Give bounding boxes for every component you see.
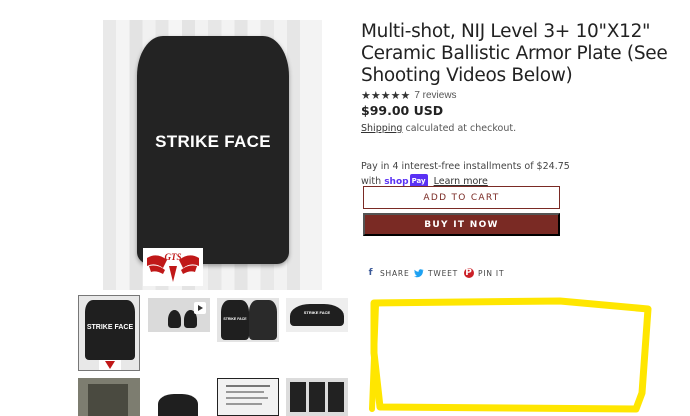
- main-product-image[interactable]: STRIKE FACE GTS: [103, 20, 322, 290]
- installments-line: Pay in 4 interest-free installments of $…: [361, 161, 570, 172]
- share-twitter-label: TWEET: [428, 268, 459, 278]
- buy-it-now-button[interactable]: BUY IT NOW: [363, 213, 560, 236]
- product-reviews[interactable]: ★★★★★ 7 reviews: [361, 89, 457, 102]
- plate-strike-face-text: STRIKE FACE: [155, 132, 271, 151]
- share-facebook-button[interactable]: f SHARE: [366, 268, 409, 278]
- review-count: 7 reviews: [414, 90, 457, 101]
- gts-logo: GTS: [143, 248, 203, 286]
- twitter-icon: [414, 268, 424, 278]
- share-twitter-button[interactable]: TWEET: [414, 268, 458, 278]
- thumb-logo: [99, 360, 121, 370]
- thumbnail-1[interactable]: STRIKE FACE: [78, 295, 140, 371]
- thumbnail-8[interactable]: [286, 378, 348, 416]
- armor-plate: STRIKE FACE: [137, 36, 289, 264]
- share-pinterest-button[interactable]: P PIN IT: [464, 268, 504, 278]
- thumb-plate-small-1: [168, 310, 181, 328]
- thumb-doc-line: [226, 391, 264, 393]
- add-to-cart-button[interactable]: ADD TO CART: [363, 186, 560, 209]
- installments-info: Pay in 4 interest-free installments of $…: [361, 160, 570, 189]
- thumb-plate: STRIKE FACE: [85, 300, 135, 360]
- product-title: Multi-shot, NIJ Level 3+ 10"X12" Ceramic…: [361, 21, 668, 86]
- thumb-doc-line: [226, 397, 268, 399]
- thumb-doc-line: [226, 403, 262, 405]
- thumb-plate-curved: STRIKE FACE: [290, 304, 344, 326]
- product-price: $99.00 USD: [361, 103, 444, 118]
- shipping-link[interactable]: Shipping: [361, 123, 402, 134]
- thumbnail-6[interactable]: [148, 390, 210, 416]
- share-facebook-label: SHARE: [380, 268, 410, 278]
- thumbnail-7-certificate[interactable]: [217, 378, 279, 416]
- thumb-plate: [158, 394, 198, 416]
- thumb-plate-right: [249, 300, 277, 340]
- thumbnail-4[interactable]: STRIKE FACE: [286, 298, 348, 332]
- shipping-text: calculated at checkout.: [402, 123, 517, 134]
- thumb-plate-text: STRIKE FACE: [223, 317, 247, 321]
- thumb-plate-text: STRIKE FACE: [303, 310, 331, 315]
- yellow-highlight-annotation: [369, 297, 652, 413]
- thumbnail-2-video[interactable]: [148, 298, 210, 332]
- play-icon: [194, 302, 206, 314]
- thumb-doc-line: [226, 385, 270, 387]
- star-rating-icon: ★★★★★: [361, 90, 411, 102]
- gts-logo-text: GTS: [164, 252, 181, 262]
- thumb-frame-1: [290, 382, 306, 412]
- facebook-icon: f: [368, 268, 374, 278]
- pinterest-icon: P: [464, 268, 474, 278]
- thumb-plate-text: STRIKE FACE: [86, 324, 134, 331]
- thumb-frame-3: [328, 382, 344, 412]
- thumbnail-3[interactable]: STRIKE FACE: [217, 298, 279, 342]
- thumbnail-5[interactable]: [78, 378, 140, 416]
- thumb-plate-left: STRIKE FACE: [221, 300, 249, 340]
- thumb-photo: [88, 384, 128, 416]
- shipping-info: Shipping calculated at checkout.: [361, 123, 516, 134]
- thumb-frame-2: [309, 382, 325, 412]
- share-pinterest-label: PIN IT: [478, 268, 505, 278]
